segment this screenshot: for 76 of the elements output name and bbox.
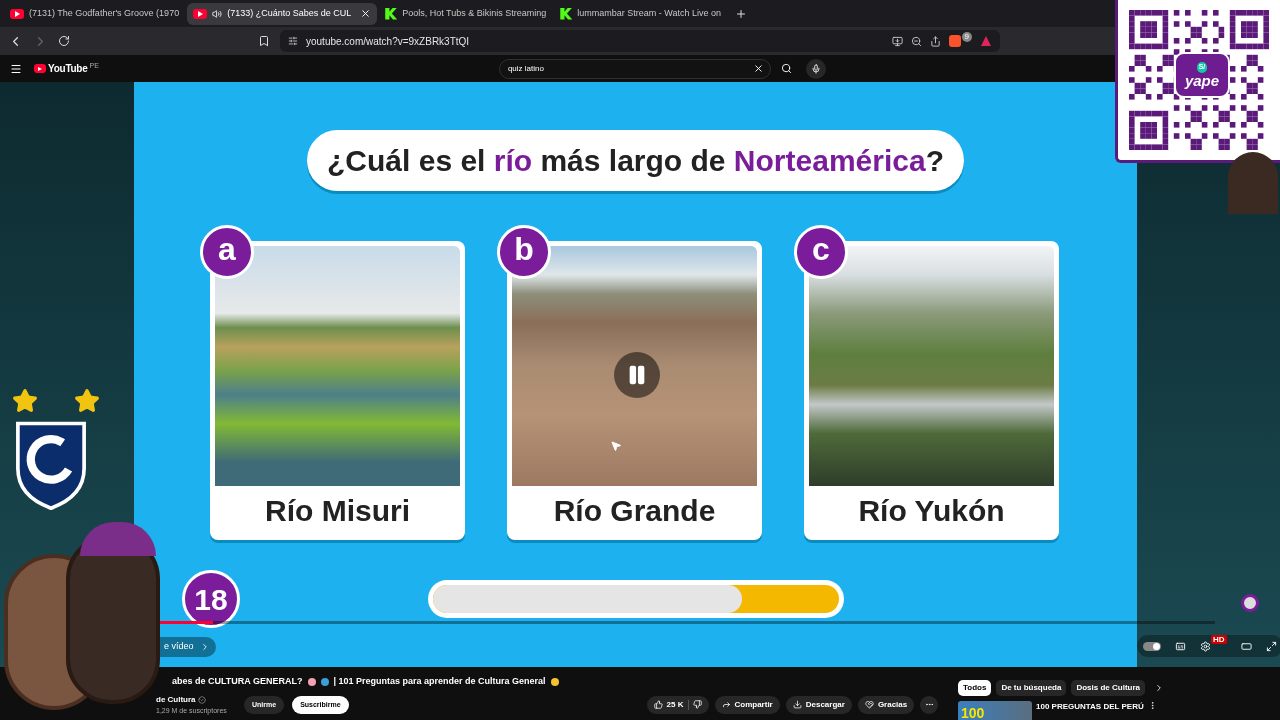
star-icon — [12, 388, 38, 414]
search-field[interactable]: quiz latino — [498, 58, 771, 79]
microphone-button[interactable] — [805, 58, 826, 79]
related-video-title[interactable]: 100 PREGUNTAS DEL PERÚ — [1036, 701, 1144, 720]
chapter-chip[interactable]: e vídeo — [160, 637, 216, 657]
video-title-start: abes de CULTURA GENERAL? — [172, 675, 303, 688]
filter-chip[interactable]: De tu búsqueda — [996, 680, 1067, 696]
countdown-number: 18 — [182, 570, 240, 628]
menu-icon[interactable] — [10, 62, 22, 75]
answer-label: Río Grande — [552, 493, 717, 529]
action-button[interactable]: Descargar — [785, 695, 852, 714]
tab-title: (7131) The Godfather's Groove (1970 — [29, 6, 180, 20]
bookmark-icon[interactable] — [258, 35, 270, 47]
search-text: quiz latino — [507, 62, 545, 75]
new-tab-icon[interactable] — [735, 7, 747, 20]
emoji-icon — [550, 677, 559, 686]
answer-letter-badge: a — [200, 225, 254, 279]
next-icon[interactable] — [1154, 683, 1164, 693]
site-settings-icon[interactable] — [288, 36, 298, 46]
answer-label: Río Misuri — [264, 493, 411, 529]
share-icon[interactable] — [929, 35, 941, 47]
thumbnail-text: 100 — [961, 705, 985, 720]
settings-icon[interactable] — [1200, 640, 1211, 652]
cartoon-figure-drawing — [1228, 152, 1278, 214]
shield-extension-icon[interactable] — [948, 35, 961, 47]
microphone-icon — [810, 63, 821, 74]
search-icon[interactable] — [780, 63, 792, 74]
reload-icon[interactable] — [58, 35, 70, 47]
filter-chip[interactable]: Todos — [958, 680, 992, 696]
action-button[interactable]: Gracias — [857, 695, 915, 714]
brand-name: yape — [1184, 72, 1220, 88]
fullscreen-icon[interactable] — [1265, 640, 1277, 652]
url-text: youtube.com/watch?v=9xZBRk3TtQI — [306, 34, 471, 49]
zoom-out-icon[interactable] — [910, 35, 922, 47]
answer-letter-badge: c — [794, 225, 848, 279]
browser-tab[interactable]: (7131) The Godfather's Groove (1970 — [4, 2, 186, 25]
thumbs-up-icon — [653, 700, 663, 710]
video-title-end: | 101 Preguntas para aprender de Cultura General — [333, 675, 546, 688]
browser-tab[interactable]: lummambar Stream - Watch Live on — [554, 2, 727, 25]
extension-count-badge: 9 — [961, 32, 972, 42]
channel-name[interactable]: de Cultura — [156, 693, 196, 706]
like-count: 25 K — [666, 698, 684, 711]
site-logo-text[interactable]: YouTube — [48, 61, 88, 76]
browser-tab[interactable]: Pools, Hot Tubs & Bikinis Streaming — [379, 2, 553, 25]
star-icon — [74, 388, 100, 414]
close-icon[interactable] — [360, 8, 372, 19]
autoplay-toggle[interactable] — [1143, 641, 1161, 651]
hd-badge: HD — [1211, 634, 1227, 644]
tab-title: Pools, Hot Tubs & Bikinis Streaming — [402, 6, 547, 20]
address-bar[interactable]: youtube.com/watch?v=9xZBRk3TtQI 9 — [280, 30, 1000, 52]
mouse-cursor-icon — [610, 440, 622, 452]
thumbs-down-icon — [692, 700, 702, 710]
share-arrow-icon — [721, 700, 731, 710]
theater-mode-icon[interactable] — [1240, 640, 1252, 652]
like-dislike-button[interactable]: 25 K — [646, 695, 709, 714]
answer-letter-badge: b — [497, 225, 551, 279]
subtitles-icon[interactable] — [1175, 640, 1186, 652]
answer-label: Río Yukón — [857, 493, 1006, 529]
browser-tab[interactable]: (7133) ¿Cuánto Sabes de CUL — [187, 2, 378, 25]
logo-play-icon[interactable] — [34, 64, 46, 73]
tab-title: (7133) ¿Cuánto Sabes de CUL — [227, 6, 352, 20]
k-letter-favicon-icon — [560, 7, 573, 20]
triangle-icon[interactable] — [980, 35, 992, 47]
clear-icon[interactable] — [752, 63, 764, 74]
verified-icon — [197, 695, 206, 704]
tab-title: lummambar Stream - Watch Live on — [577, 6, 721, 20]
install-app-icon[interactable] — [891, 35, 903, 47]
question-banner: ¿Cuál es el río más largo de Norteamérica? — [307, 130, 964, 191]
progress-track[interactable] — [160, 621, 1215, 624]
action-button[interactable]: Compartir — [714, 695, 780, 714]
pause-button[interactable] — [614, 352, 660, 398]
video-site-favicon-icon — [10, 8, 24, 19]
k-letter-favicon-icon — [385, 7, 398, 20]
video-site-favicon-icon — [193, 8, 208, 19]
filter-chip[interactable]: Dosis de Cultura — [1071, 680, 1145, 696]
download-icon — [792, 700, 802, 710]
